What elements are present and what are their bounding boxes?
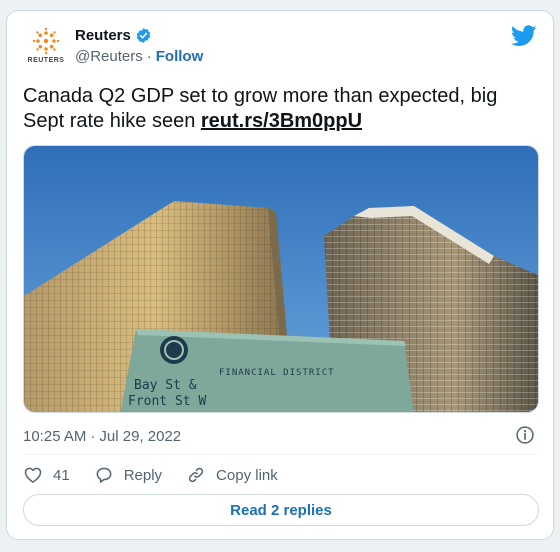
display-name-row: Reuters <box>75 27 203 44</box>
read-replies-button[interactable]: Read 2 replies <box>23 494 539 526</box>
tweet-date: Jul 29, 2022 <box>99 427 182 445</box>
copy-link-icon <box>188 467 204 483</box>
verified-badge-icon <box>136 28 151 43</box>
financial-district-photo: FINANCIAL DISTRICT Bay St & Front St W <box>24 146 538 412</box>
reuters-logo-icon <box>32 27 60 55</box>
display-name[interactable]: Reuters <box>75 27 131 44</box>
copy-link-button[interactable]: Copy link <box>186 465 278 485</box>
sign-line-1: FINANCIAL DISTRICT <box>219 368 335 378</box>
reply-bubble-icon <box>96 467 112 483</box>
author-handle[interactable]: @Reuters <box>75 48 143 65</box>
reply-label: Reply <box>123 466 163 484</box>
like-count: 41 <box>53 466 70 484</box>
tweet-time: 10:25 AM <box>23 427 87 445</box>
follow-button[interactable]: Follow <box>156 48 204 65</box>
like-button[interactable]: 41 <box>23 465 70 485</box>
heart-icon <box>24 467 42 483</box>
info-icon[interactable] <box>515 425 535 445</box>
tweet-actions: 41 Reply Copy link <box>23 463 302 487</box>
divider <box>23 454 537 455</box>
copy-link-label: Copy link <box>216 466 278 484</box>
tweet-header: REUTERS Reuters @Reuters · Follow <box>23 25 537 73</box>
sign-line-2: Bay St & <box>134 378 197 393</box>
avatar-wordmark: REUTERS <box>27 57 65 64</box>
handle-row: @Reuters · Follow <box>75 48 203 65</box>
tweet-text: Canada Q2 GDP set to grow more than expe… <box>23 84 533 134</box>
tweet-image[interactable]: FINANCIAL DISTRICT Bay St & Front St W <box>23 145 539 413</box>
timestamp-separator: · <box>90 427 96 445</box>
reply-button[interactable]: Reply <box>94 465 162 485</box>
tweet-timestamp[interactable]: 10:25 AM · Jul 29, 2022 <box>23 425 537 447</box>
tweet-card: REUTERS Reuters @Reuters · Follow Canada… <box>6 10 554 540</box>
tweet-link[interactable]: reut.rs/3Bm0ppU <box>201 110 362 132</box>
handle-separator: · <box>146 48 152 65</box>
author-names: Reuters @Reuters · Follow <box>75 27 203 65</box>
avatar[interactable]: REUTERS <box>23 27 69 73</box>
sign-line-3: Front St W <box>128 394 206 409</box>
twitter-bird-icon[interactable] <box>511 25 537 47</box>
